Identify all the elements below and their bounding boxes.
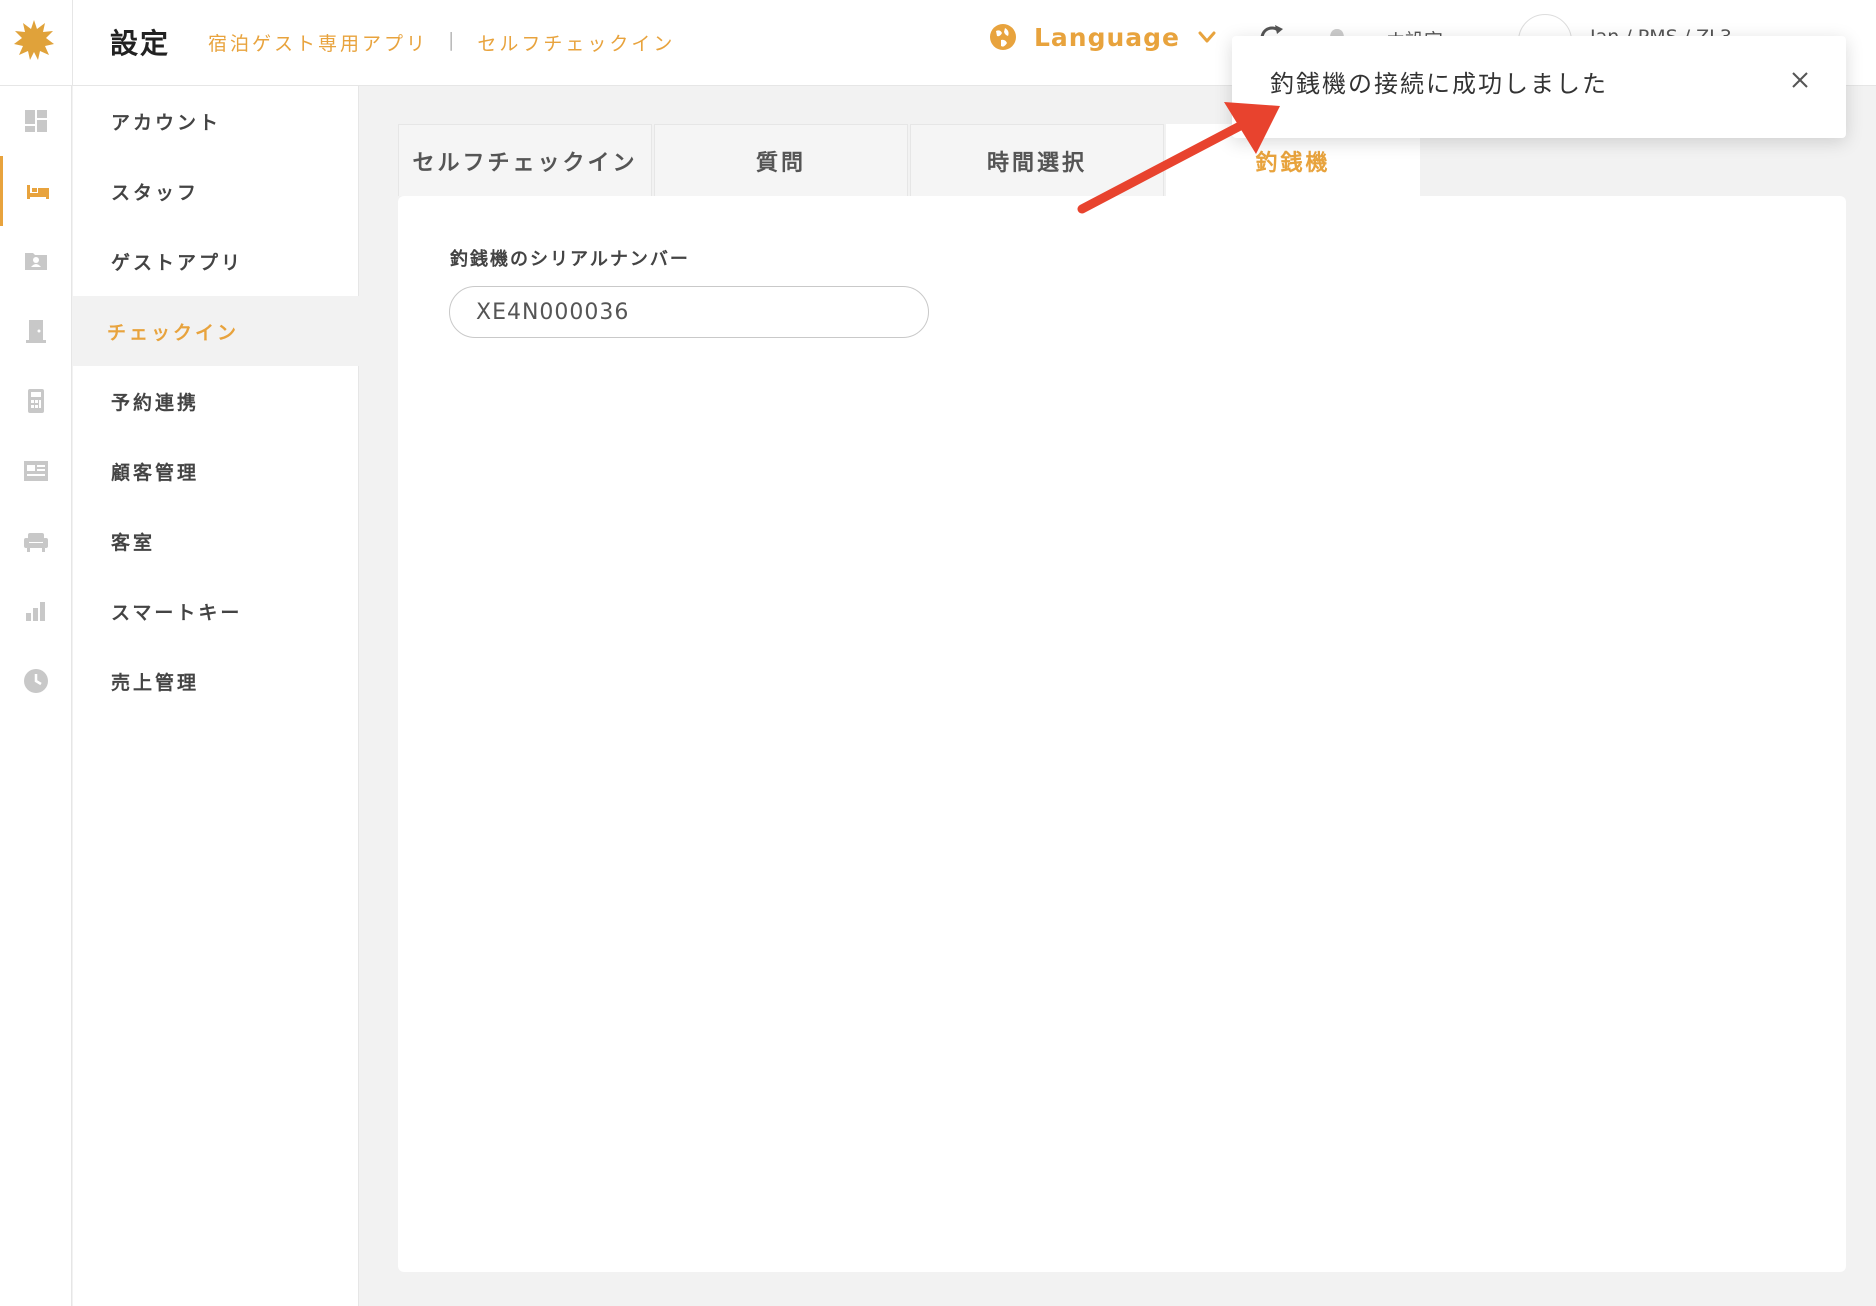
- subnav-item-account[interactable]: アカウント: [73, 86, 359, 156]
- bed-icon: [26, 185, 49, 199]
- rail-item-dashboard[interactable]: [0, 86, 72, 156]
- guest-folder-icon: [25, 253, 47, 270]
- breadcrumb-item-self-checkin[interactable]: セルフチェックイン: [477, 29, 675, 56]
- logo-icon[interactable]: [12, 18, 56, 62]
- toast-message: 釣銭機の接続に成功しました: [1270, 70, 1608, 98]
- calculator-icon: [28, 389, 44, 413]
- subnav-item-guest-app[interactable]: ゲストアプリ: [73, 226, 359, 296]
- close-icon[interactable]: [1788, 68, 1812, 92]
- subnav-item-rooms[interactable]: 客室: [73, 506, 359, 576]
- sofa-icon: [24, 533, 48, 552]
- breadcrumb-separator: |: [448, 29, 458, 51]
- language-label: Language: [1034, 22, 1181, 52]
- clock-icon: [24, 669, 48, 693]
- rail-item-rooms[interactable]: [0, 506, 72, 576]
- rail-item-news[interactable]: [0, 436, 72, 506]
- subnav-item-customers[interactable]: 顧客管理: [73, 436, 359, 506]
- rail-item-stay[interactable]: [0, 156, 72, 226]
- serial-number-label: 釣銭機のシリアルナンバー: [450, 249, 690, 270]
- rail-item-analytics[interactable]: [0, 576, 72, 646]
- settings-subnav: アカウント スタッフ ゲストアプリ チェックイン 予約連携 顧客管理 客室 スマ…: [73, 86, 359, 1306]
- globe-icon: [990, 24, 1016, 50]
- page-title: 設定: [110, 27, 171, 60]
- serial-number-input[interactable]: [449, 286, 929, 338]
- breadcrumb-item-guest-app[interactable]: 宿泊ゲスト専用アプリ: [208, 29, 428, 56]
- subnav-item-staff[interactable]: スタッフ: [73, 156, 359, 226]
- tab-questions[interactable]: 質問: [654, 124, 908, 196]
- door-icon: [26, 320, 46, 343]
- rail-item-checkout[interactable]: [0, 296, 72, 366]
- tab-time-selection[interactable]: 時間選択: [910, 124, 1164, 196]
- news-icon: [24, 461, 48, 481]
- icon-rail: [0, 86, 72, 1306]
- subnav-item-sales[interactable]: 売上管理: [73, 646, 359, 716]
- language-selector[interactable]: Language: [988, 22, 1218, 52]
- breadcrumb: 宿泊ゲスト専用アプリ | セルフチェックイン: [208, 29, 675, 56]
- chevron-down-icon: [1198, 31, 1216, 43]
- subnav-item-smart-key[interactable]: スマートキー: [73, 576, 359, 646]
- tab-self-checkin[interactable]: セルフチェックイン: [398, 124, 652, 196]
- success-toast: 釣銭機の接続に成功しました: [1232, 36, 1846, 138]
- header-divider: [72, 0, 73, 86]
- dashboard-icon: [25, 110, 47, 132]
- bar-chart-icon: [26, 602, 45, 621]
- settings-card: [398, 196, 1846, 1272]
- rail-item-accounting[interactable]: [0, 366, 72, 436]
- subnav-item-checkin[interactable]: チェックイン: [73, 296, 359, 366]
- rail-item-guests[interactable]: [0, 226, 72, 296]
- rail-item-history[interactable]: [0, 646, 72, 716]
- subnav-item-reservation-sync[interactable]: 予約連携: [73, 366, 359, 436]
